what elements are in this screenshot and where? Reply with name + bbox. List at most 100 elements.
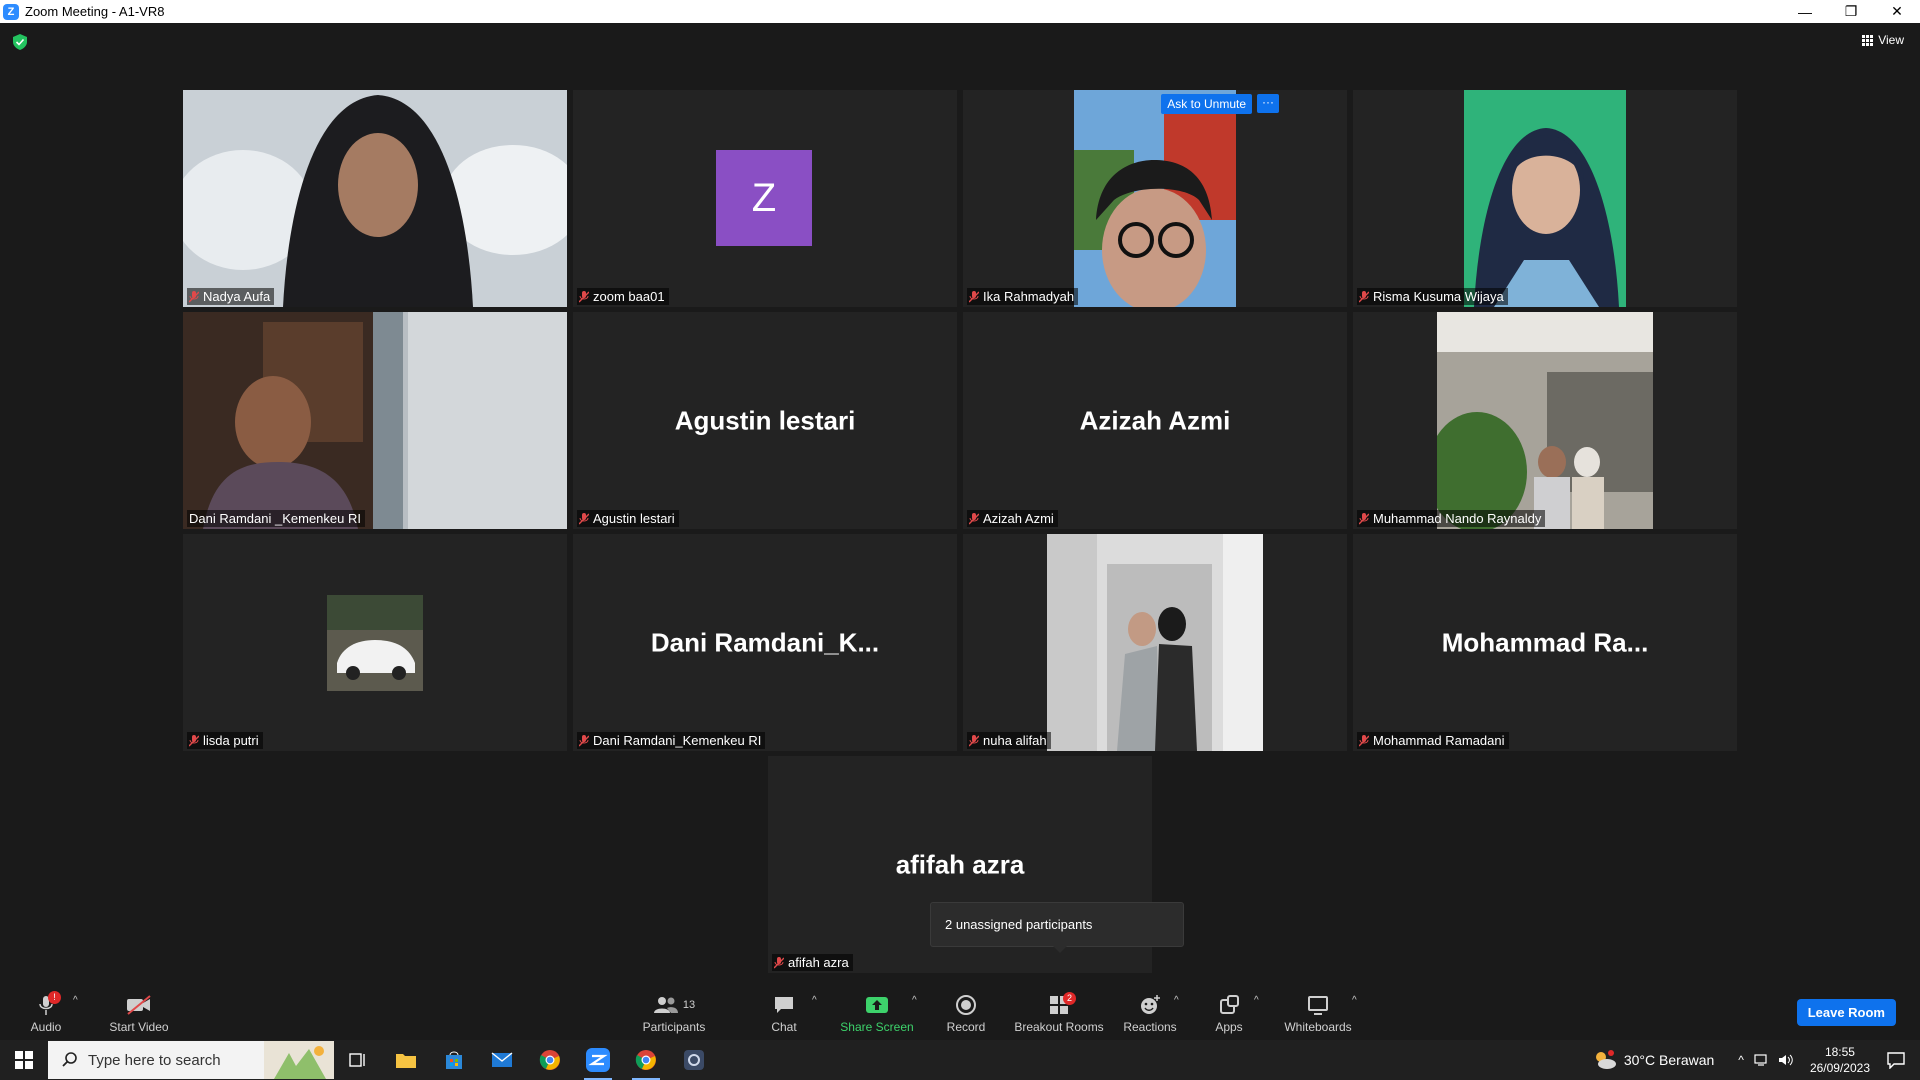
- window-titlebar: Z Zoom Meeting - A1-VR8 — ❐ ✕: [0, 0, 1920, 23]
- participant-display-name: Mohammad Ra...: [1441, 627, 1649, 657]
- chat-button[interactable]: Chat: [760, 983, 808, 1040]
- more-options-button[interactable]: ···: [1257, 94, 1279, 113]
- search-icon: [62, 1052, 77, 1067]
- record-label: Record: [946, 1020, 986, 1034]
- close-button[interactable]: ✕: [1874, 0, 1920, 23]
- chrome-button[interactable]: [526, 1040, 574, 1080]
- participant-photo: [1047, 534, 1263, 751]
- system-clock[interactable]: 18:55 26/09/2023: [1810, 1044, 1870, 1076]
- weather-icon[interactable]: [1592, 1049, 1618, 1071]
- video-tile[interactable]: Muhammad Nando Raynaldy: [1353, 312, 1737, 529]
- video-tile[interactable]: Mohammad Ra... Mohammad Ramadani: [1353, 534, 1737, 751]
- muted-mic-icon: [579, 512, 589, 524]
- start-button[interactable]: [0, 1040, 48, 1080]
- ask-to-unmute-button[interactable]: Ask to Unmute: [1161, 94, 1252, 114]
- apps-options-caret[interactable]: ^: [1254, 995, 1259, 1006]
- participants-label: Participants: [642, 1020, 706, 1034]
- breakout-rooms-icon: 2: [1049, 992, 1076, 1016]
- participant-nameplate: Dani Ramdani_Kemenkeu RI: [577, 732, 766, 749]
- video-tile[interactable]: Nadya Aufa: [183, 90, 567, 307]
- audio-button[interactable]: ! Audio: [25, 983, 67, 1040]
- camera-app-button[interactable]: [670, 1040, 718, 1080]
- restore-button[interactable]: ❐: [1828, 0, 1874, 23]
- share-options-caret[interactable]: ^: [912, 995, 917, 1006]
- record-button[interactable]: Record: [940, 983, 992, 1040]
- participant-display-name: afifah azra: [895, 849, 1025, 879]
- record-icon: [955, 994, 977, 1016]
- video-tile-active-speaker[interactable]: Dani Ramdani _Kemenkeu RI: [183, 312, 567, 529]
- video-tile[interactable]: Risma Kusuma Wijaya: [1353, 90, 1737, 307]
- muted-mic-icon: [969, 512, 979, 524]
- participant-photo: [1437, 312, 1653, 529]
- task-view-button[interactable]: [334, 1040, 382, 1080]
- apps-button[interactable]: Apps: [1208, 983, 1250, 1040]
- window-title: Zoom Meeting - A1-VR8: [25, 4, 165, 19]
- participants-count: 13: [682, 999, 696, 1011]
- reactions-label: Reactions: [1123, 1020, 1177, 1034]
- zoom-logo-icon: Z: [3, 3, 19, 20]
- video-tile[interactable]: Agustin lestari Agustin lestari: [573, 312, 957, 529]
- notifications-icon[interactable]: [1886, 1051, 1906, 1069]
- view-label: View: [1878, 33, 1904, 47]
- reactions-icon: [1139, 994, 1161, 1016]
- view-button[interactable]: View: [1862, 33, 1904, 47]
- audio-options-caret[interactable]: ^: [73, 995, 78, 1006]
- weather-text[interactable]: 30°C Berawan: [1624, 1052, 1714, 1068]
- participant-name: Agustin lestari: [593, 511, 675, 526]
- video-tile[interactable]: Dani Ramdani_K... Dani Ramdani_Kemenkeu …: [573, 534, 957, 751]
- reactions-options-caret[interactable]: ^: [1174, 995, 1179, 1006]
- participant-name: afifah azra: [788, 955, 849, 970]
- participant-video: [183, 90, 567, 307]
- video-tile[interactable]: Azizah Azmi Azizah Azmi: [963, 312, 1347, 529]
- participant-name: Azizah Azmi: [983, 511, 1054, 526]
- whiteboards-options-caret[interactable]: ^: [1352, 995, 1357, 1006]
- participant-nameplate: lisda putri: [187, 732, 263, 749]
- share-screen-button[interactable]: Share Screen: [838, 983, 916, 1040]
- participant-name: Dani Ramdani _Kemenkeu RI: [189, 511, 361, 526]
- breakout-tooltip[interactable]: 2 unassigned participants: [930, 902, 1184, 953]
- breakout-rooms-label: Breakout Rooms: [1014, 1020, 1104, 1034]
- encryption-shield-icon[interactable]: [13, 34, 27, 50]
- leave-room-button[interactable]: Leave Room: [1796, 999, 1896, 1026]
- chrome-profile-button[interactable]: [622, 1040, 670, 1080]
- participant-name: lisda putri: [203, 733, 259, 748]
- store-button[interactable]: [430, 1040, 478, 1080]
- volume-icon[interactable]: [1778, 1053, 1794, 1067]
- minimize-button[interactable]: —: [1782, 0, 1828, 23]
- participant-name: Risma Kusuma Wijaya: [1373, 289, 1504, 304]
- mail-button[interactable]: [478, 1040, 526, 1080]
- file-explorer-button[interactable]: [382, 1040, 430, 1080]
- breakout-rooms-button[interactable]: 2 Breakout Rooms: [1012, 983, 1106, 1040]
- reactions-button[interactable]: Reactions: [1120, 983, 1180, 1040]
- muted-mic-icon: [969, 290, 979, 302]
- chrome-icon: [539, 1050, 560, 1070]
- folder-icon: [396, 1054, 416, 1068]
- video-tile[interactable]: Z zoom baa01: [573, 90, 957, 307]
- participant-nameplate: Dani Ramdani _Kemenkeu RI: [187, 510, 365, 527]
- zoom-taskbar-button[interactable]: [574, 1040, 622, 1080]
- participant-display-name: Azizah Azmi: [1079, 405, 1231, 435]
- video-tile[interactable]: nuha alifah: [963, 534, 1347, 751]
- network-icon[interactable]: [1754, 1053, 1770, 1067]
- taskbar-search-input[interactable]: Type here to search: [48, 1041, 334, 1079]
- muted-mic-icon: [189, 734, 199, 746]
- microphone-icon: !: [38, 991, 61, 1016]
- video-tile[interactable]: Ask to Unmute ··· Ika Rahmadyah: [963, 90, 1347, 307]
- windows-logo-icon: [15, 1051, 33, 1069]
- tray-overflow-chevron-icon[interactable]: ^: [1738, 1053, 1744, 1067]
- start-video-button[interactable]: Start Video: [103, 983, 175, 1040]
- participants-button[interactable]: 13 Participants: [640, 983, 708, 1040]
- participant-nameplate: Agustin lestari: [577, 510, 679, 527]
- muted-mic-icon: [579, 290, 589, 302]
- video-off-icon: [126, 994, 152, 1016]
- whiteboards-button[interactable]: Whiteboards: [1282, 983, 1354, 1040]
- participant-nameplate: Nadya Aufa: [187, 288, 275, 305]
- meeting-area: View Nadya Aufa Z zoom baa01 Ask to Unmu…: [0, 23, 1920, 983]
- breakout-badge: 2: [1063, 992, 1076, 1005]
- video-tile[interactable]: lisda putri: [183, 534, 567, 751]
- audio-label: Audio: [30, 1020, 62, 1034]
- participant-photo: [327, 595, 423, 691]
- chat-options-caret[interactable]: ^: [812, 995, 817, 1006]
- store-icon: [446, 1051, 462, 1069]
- whiteboard-icon: [1307, 994, 1329, 1016]
